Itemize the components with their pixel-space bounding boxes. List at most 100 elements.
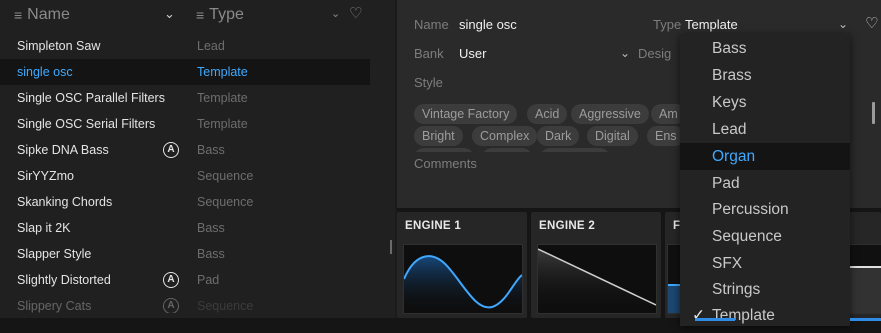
- preset-name: Slightly Distorted: [17, 273, 111, 287]
- preset-name: Single OSC Serial Filters: [17, 117, 156, 131]
- preset-type: Sequence: [197, 169, 254, 183]
- type-label: Type: [653, 17, 682, 32]
- dropdown-option-organ[interactable]: Organ: [680, 143, 850, 170]
- dropdown-option-strings[interactable]: Strings: [680, 276, 850, 303]
- style-tag[interactable]: [414, 148, 474, 152]
- checkmark-icon: ✓: [692, 307, 705, 324]
- engine-2-panel[interactable]: ENGINE 2: [531, 212, 661, 318]
- dropdown-option-bass[interactable]: Bass: [680, 35, 850, 62]
- preset-name: Slapper Style: [17, 247, 92, 261]
- name-column-label: Name: [27, 6, 70, 23]
- style-tag[interactable]: Aggressive: [571, 104, 649, 124]
- style-tag[interactable]: Am: [651, 104, 682, 124]
- style-tags: Vintage Factory Acid Aggressive Am Brigh…: [397, 98, 682, 152]
- preset-row[interactable]: Slippery Cats A Sequence: [0, 293, 370, 313]
- preset-name: SirYYZmo: [17, 169, 74, 183]
- sort-lines-icon: ≡: [14, 7, 23, 23]
- dropdown-option-label: Template: [712, 307, 775, 324]
- bank-select[interactable]: User: [459, 46, 486, 61]
- name-label: Name: [414, 17, 449, 32]
- style-tag[interactable]: [482, 148, 532, 152]
- style-tag[interactable]: Bright: [414, 126, 463, 146]
- style-tag[interactable]: Acid: [527, 104, 568, 124]
- engine-2-waveform: [537, 244, 657, 314]
- type-dropdown-menu: Bass Brass Keys Lead Organ Pad Percussio…: [680, 34, 850, 326]
- chevron-down-icon[interactable]: ⌄: [838, 17, 848, 31]
- preset-rows: Simple Bass Bass Simpleton Saw Lead sing…: [0, 20, 370, 313]
- dropdown-option-pad[interactable]: Pad: [680, 170, 850, 197]
- sine-wave-icon: [403, 255, 523, 313]
- arturia-badge-icon: A: [163, 272, 179, 288]
- preset-row[interactable]: SirYYZmo Sequence: [0, 163, 370, 189]
- preset-row[interactable]: Simpleton Saw Lead: [0, 33, 370, 59]
- style-tag[interactable]: Ens: [647, 126, 682, 146]
- preset-type: Template: [197, 117, 248, 131]
- preset-type: Bass: [197, 247, 225, 261]
- name-field[interactable]: single osc: [459, 17, 517, 32]
- preset-name: Simpleton Saw: [17, 39, 101, 53]
- preset-row[interactable]: Single OSC Serial Filters Template: [0, 111, 370, 137]
- style-tag[interactable]: Digital: [587, 126, 638, 146]
- preset-name: single osc: [17, 65, 73, 79]
- preset-row[interactable]: Single OSC Parallel Filters Template: [0, 85, 370, 111]
- preset-name: Sipke DNA Bass: [17, 143, 109, 157]
- preset-row[interactable]: Sipke DNA Bass A Bass: [0, 137, 370, 163]
- dropdown-option-brass[interactable]: Brass: [680, 62, 850, 89]
- detail-scrollbar[interactable]: [872, 102, 875, 124]
- filter-level-indicator: [850, 318, 881, 321]
- preset-row[interactable]: Slightly Distorted A Pad: [0, 267, 370, 293]
- preset-type: Pad: [197, 273, 220, 287]
- dropdown-option-lead[interactable]: Lead: [680, 116, 850, 143]
- filter-level-indicator: [695, 318, 735, 321]
- preset-type: Template: [197, 65, 248, 79]
- preset-type: Bass: [197, 143, 225, 157]
- chevron-down-icon[interactable]: ⌄: [620, 46, 630, 60]
- preset-row-selected[interactable]: single osc Template: [0, 59, 370, 85]
- filter-display-right: [845, 244, 881, 314]
- preset-name: Skanking Chords: [17, 195, 113, 209]
- sort-by-type[interactable]: ≡ Type: [196, 6, 244, 24]
- dropdown-option-keys[interactable]: Keys: [680, 89, 850, 116]
- preset-name: Slap it 2K: [17, 221, 71, 235]
- style-tag[interactable]: Vintage Factory: [414, 104, 518, 124]
- favorite-heart-icon[interactable]: ♡: [865, 14, 878, 32]
- preset-name: Single OSC Parallel Filters: [17, 91, 165, 105]
- chevron-down-icon[interactable]: ⌄: [331, 7, 340, 20]
- preset-type: Sequence: [197, 299, 254, 313]
- dropdown-option-sequence[interactable]: Sequence: [680, 223, 850, 250]
- list-header: ≡ Name ⌄ ≡ Type ⌄ ♡: [0, 0, 395, 30]
- dropdown-option-sfx[interactable]: SFX: [680, 250, 850, 277]
- heart-icon[interactable]: ♡: [349, 4, 362, 22]
- sort-by-name[interactable]: ≡ Name: [14, 6, 70, 24]
- chevron-down-icon[interactable]: ⌄: [164, 6, 175, 22]
- preset-row[interactable]: Slap it 2K Bass: [0, 215, 370, 241]
- engine-title: ENGINE 1: [405, 220, 462, 232]
- type-select[interactable]: Template: [685, 17, 738, 32]
- preset-list-panel: Simple Bass Bass Simpleton Saw Lead sing…: [0, 0, 395, 333]
- style-label: Style: [414, 75, 443, 90]
- style-tag[interactable]: Complex: [472, 126, 538, 146]
- style-tag[interactable]: [540, 148, 610, 152]
- style-tag[interactable]: Dark: [537, 126, 580, 146]
- preset-type: Lead: [197, 39, 225, 53]
- preset-type: Sequence: [197, 195, 254, 209]
- panel-resize-handle[interactable]: [390, 240, 392, 254]
- saw-wave-icon: [537, 248, 657, 313]
- preset-type: Bass: [197, 221, 225, 235]
- type-column-label: Type: [209, 6, 244, 23]
- engine-1-waveform: [403, 244, 523, 314]
- dropdown-option-template[interactable]: ✓ Template: [680, 302, 850, 329]
- sort-lines-icon: ≡: [196, 7, 205, 23]
- arturia-badge-icon: A: [163, 142, 179, 158]
- designer-label: Desig: [638, 46, 672, 61]
- preset-row[interactable]: Skanking Chords Sequence: [0, 189, 370, 215]
- preset-row[interactable]: Slapper Style Bass: [0, 241, 370, 267]
- engine-1-panel[interactable]: ENGINE 1: [397, 212, 527, 318]
- dropdown-option-percussion[interactable]: Percussion: [680, 196, 850, 223]
- preset-name: Slippery Cats: [17, 299, 92, 313]
- bank-label: Bank: [414, 46, 444, 61]
- arturia-badge-icon: A: [163, 298, 179, 313]
- comments-label: Comments: [414, 156, 477, 171]
- engine-title: ENGINE 2: [539, 220, 596, 232]
- preset-type: Template: [197, 91, 248, 105]
